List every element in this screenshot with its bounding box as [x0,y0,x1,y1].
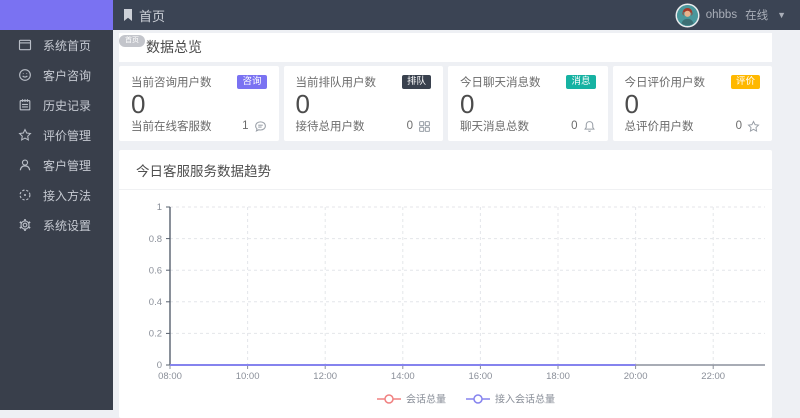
trend-card: 今日客服服务数据趋势 0 0.2 0.4 0.6 0.8 1 08:00 10:00 12:00… [119,150,772,418]
sidebar-item-ratings[interactable]: 评价管理 [0,120,113,150]
stat-footer-label: 当前在线客服数 [131,118,212,134]
stat-card-title: 今日评价用户数 [625,74,706,90]
stat-card-title: 今日聊天消息数 [460,74,541,90]
sidebar-item-label: 评价管理 [43,127,91,144]
stat-card-title: 当前咨询用户数 [131,74,212,90]
sidebar-item-label: 客户咨询 [43,67,91,84]
breadcrumb-label: 首页 [139,6,165,25]
svg-text:会话总量: 会话总量 [406,393,446,406]
sidebar: 系统首页 客户咨询 历史记录 评价管理 客户管理 接入方法 系统设置 [0,30,113,410]
svg-text:0.8: 0.8 [149,234,162,245]
chevron-down-icon: ▼ [777,10,786,20]
page-tab-tag[interactable]: 首页 [119,35,145,47]
sidebar-item-consult[interactable]: 客户咨询 [0,60,113,90]
trend-title: 今日客服服务数据趋势 [119,150,772,190]
avatar [677,5,698,26]
sidebar-item-label: 历史记录 [43,97,91,114]
sidebar-item-label: 系统首页 [43,37,91,54]
svg-text:1: 1 [157,202,162,213]
sidebar-item-label: 系统设置 [43,217,91,234]
stat-card-queue: 当前排队用户数 排队 0 接待总用户数 0 [284,66,444,141]
stat-footer-value: 0 [736,120,742,132]
overview-title: 数据总览 [119,33,772,62]
service-bubble-icon [254,120,267,133]
sidebar-item-label: 接入方法 [43,187,91,204]
username: ohbbs [706,9,737,21]
svg-text:0: 0 [157,360,162,371]
overview-header: 首页 数据总览 [119,33,772,62]
status-badge: 消息 [566,75,595,89]
breadcrumb[interactable]: 首页 [123,6,165,25]
bookmark-icon [123,9,133,21]
status-badge: 排队 [402,75,431,89]
svg-text:12:00: 12:00 [313,371,337,382]
main-content: 首页 数据总览 当前咨询用户数 咨询 0 当前在线客服数 1 当前排队用 [113,30,800,410]
svg-text:10:00: 10:00 [236,371,260,382]
stat-value: 0 [625,91,761,118]
sidebar-item-home[interactable]: 系统首页 [0,30,113,60]
plug-circle-icon [17,188,32,203]
stat-card-messages: 今日聊天消息数 消息 0 聊天消息总数 0 [448,66,608,141]
online-status: 在线 [745,7,768,23]
logo-area [0,0,113,30]
bell-icon [583,120,596,133]
svg-text:0.6: 0.6 [149,265,162,276]
svg-text:20:00: 20:00 [624,371,648,382]
stat-card-consult: 当前咨询用户数 咨询 0 当前在线客服数 1 [119,66,279,141]
sidebar-item-settings[interactable]: 系统设置 [0,210,113,240]
sidebar-item-access[interactable]: 接入方法 [0,180,113,210]
user-icon [17,158,32,173]
stat-footer-label: 聊天消息总数 [460,118,529,134]
user-menu[interactable]: ohbbs 在线 ▼ [677,5,786,26]
stat-cards-row: 当前咨询用户数 咨询 0 当前在线客服数 1 当前排队用户数 排队 0 [119,66,772,141]
grid-icon [418,120,431,133]
notebook-icon [17,98,32,113]
window-icon [17,38,32,53]
svg-text:22:00: 22:00 [701,371,725,382]
svg-text:18:00: 18:00 [546,371,570,382]
stat-footer-value: 0 [571,120,577,132]
trend-line-chart: 0 0.2 0.4 0.6 0.8 1 08:00 10:00 12:00 14:00 16:00 1… [119,190,772,418]
svg-text:0.4: 0.4 [149,297,162,308]
sidebar-item-customers[interactable]: 客户管理 [0,150,113,180]
top-header: 首页 ohbbs 在线 ▼ [113,0,800,30]
stat-value: 0 [296,91,432,118]
status-badge: 咨询 [237,75,266,89]
stat-footer-label: 总评价用户数 [625,118,694,134]
svg-text:16:00: 16:00 [469,371,493,382]
star-icon [747,120,760,133]
stat-card-ratings: 今日评价用户数 评价 0 总评价用户数 0 [613,66,773,141]
trend-chart-area: 0 0.2 0.4 0.6 0.8 1 08:00 10:00 12:00 14:00 16:00 1… [119,190,772,418]
stat-footer-value: 0 [407,120,413,132]
sidebar-item-history[interactable]: 历史记录 [0,90,113,120]
svg-text:0.2: 0.2 [149,329,162,340]
stat-footer-value: 1 [242,120,248,132]
stat-value: 0 [131,91,267,118]
sidebar-item-label: 客户管理 [43,157,91,174]
svg-text:14:00: 14:00 [391,371,415,382]
svg-text:08:00: 08:00 [158,371,182,382]
star-icon [17,128,32,143]
svg-text:接入会话总量: 接入会话总量 [495,393,555,406]
stat-footer-label: 接待总用户数 [296,118,365,134]
stat-card-title: 当前排队用户数 [296,74,377,90]
gear-icon [17,218,32,233]
status-badge: 评价 [731,75,760,89]
stat-value: 0 [460,91,596,118]
chat-smile-icon [17,68,32,83]
